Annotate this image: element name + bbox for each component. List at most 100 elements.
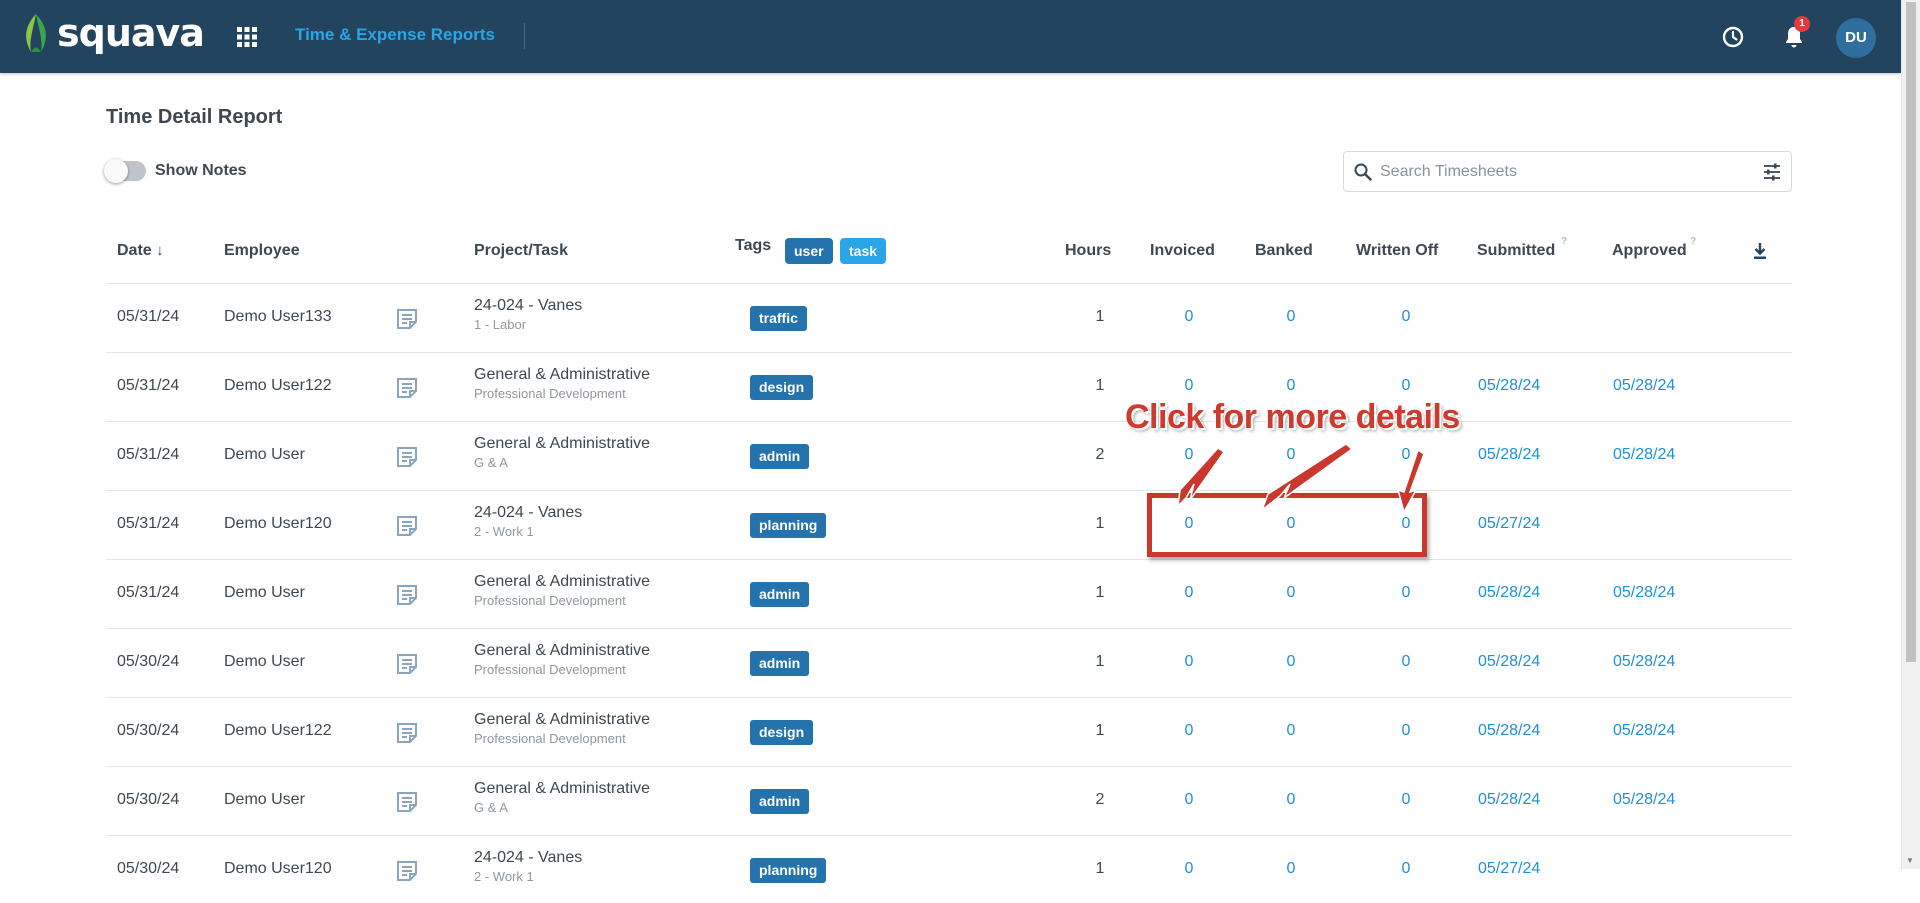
employee-cell: Demo User [224, 653, 305, 670]
scrollbar-thumb[interactable] [1906, 2, 1916, 662]
clock-icon[interactable] [1720, 24, 1746, 50]
column-header-approved[interactable]: Approved [1612, 242, 1687, 260]
timesheet-note-icon[interactable] [396, 722, 418, 744]
tag-filter-task[interactable]: task [840, 238, 887, 264]
submitted-date-link[interactable]: 05/27/24 [1478, 515, 1540, 533]
invoiced-link[interactable]: 0 [1177, 377, 1201, 395]
submitted-date-link[interactable]: 05/28/24 [1478, 584, 1540, 602]
written-off-link[interactable]: 0 [1394, 860, 1418, 878]
page-title: Time Detail Report [106, 106, 283, 128]
task-name: Professional Development [474, 731, 626, 746]
employee-cell: Demo User122 [224, 377, 332, 394]
approved-date-link[interactable]: 05/28/24 [1613, 653, 1675, 671]
squava-logo[interactable]: squava [21, 11, 205, 55]
column-header-submitted[interactable]: Submitted [1477, 242, 1555, 260]
column-header-project-task[interactable]: Project/Task [474, 242, 568, 260]
invoiced-link[interactable]: 0 [1177, 308, 1201, 326]
project-task-cell: General & Administrative Professional Dev… [474, 711, 650, 746]
show-notes-toggle[interactable] [104, 159, 146, 183]
submitted-date-link[interactable]: 05/28/24 [1478, 653, 1540, 671]
project-name: 24-024 - Vanes [474, 297, 583, 314]
approved-date-link[interactable]: 05/28/24 [1613, 722, 1675, 740]
approved-date-link[interactable]: 05/28/24 [1613, 377, 1675, 395]
row-tag-badge: admin [750, 444, 810, 469]
invoiced-link[interactable]: 0 [1177, 584, 1201, 602]
table-row: 05/30/24 Demo User120 1 0 0 0 05/27/24 24-024 -… [106, 835, 1792, 903]
approved-help-icon[interactable]: ? [1690, 236, 1696, 247]
invoiced-link[interactable]: 0 [1177, 722, 1201, 740]
timesheet-note-icon[interactable] [396, 860, 418, 882]
project-task-cell: General & Administrative G & A [474, 435, 650, 470]
written-off-link[interactable]: 0 [1394, 653, 1418, 671]
app-title-link[interactable]: Time & Expense Reports [295, 25, 495, 45]
submitted-date-link[interactable]: 05/28/24 [1478, 722, 1540, 740]
approved-date-link[interactable]: 05/28/24 [1613, 791, 1675, 809]
row-tag-badge: admin [750, 651, 810, 676]
page-scrollbar[interactable]: ▼ [1901, 0, 1920, 869]
row-tag-badge: admin [750, 582, 810, 607]
row-tag-badge: planning [750, 513, 827, 538]
hours-cell: 1 [1095, 653, 1105, 670]
user-avatar[interactable]: DU [1836, 18, 1876, 58]
invoiced-link[interactable]: 0 [1177, 860, 1201, 878]
date-cell: 05/31/24 [117, 308, 180, 325]
timesheet-note-icon[interactable] [396, 515, 418, 537]
approved-date-link[interactable]: 05/28/24 [1613, 584, 1675, 602]
invoiced-link[interactable]: 0 [1177, 653, 1201, 671]
task-name: Professional Development [474, 386, 626, 401]
timesheet-note-icon[interactable] [396, 584, 418, 606]
column-header-hours[interactable]: Hours [1065, 242, 1111, 260]
row-tag-badge: planning [750, 858, 827, 883]
search-timesheets-input[interactable] [1380, 152, 1740, 191]
submitted-help-icon[interactable]: ? [1561, 236, 1567, 247]
submitted-date-link[interactable]: 05/28/24 [1478, 446, 1540, 464]
banked-link[interactable]: 0 [1279, 308, 1303, 326]
banked-link[interactable]: 0 [1279, 860, 1303, 878]
column-header-employee[interactable]: Employee [224, 242, 300, 260]
notification-count-badge: 1 [1794, 16, 1810, 32]
invoiced-link[interactable]: 0 [1177, 791, 1201, 809]
timesheet-note-icon[interactable] [396, 308, 418, 330]
written-off-link[interactable]: 0 [1394, 377, 1418, 395]
banked-link[interactable]: 0 [1279, 377, 1303, 395]
tag-filter-user[interactable]: user [785, 238, 833, 264]
project-task-cell: 24-024 - Vanes 1 - Labor [474, 297, 582, 332]
written-off-link[interactable]: 0 [1394, 791, 1418, 809]
hours-cell: 2 [1095, 791, 1105, 808]
banked-link[interactable]: 0 [1279, 584, 1303, 602]
banked-link[interactable]: 0 [1279, 722, 1303, 740]
date-cell: 05/30/24 [117, 791, 180, 808]
column-header-invoiced[interactable]: Invoiced [1150, 242, 1215, 260]
toggle-knob [104, 159, 128, 183]
written-off-link[interactable]: 0 [1394, 308, 1418, 326]
task-name: 2 - Work 1 [474, 524, 534, 539]
written-off-link[interactable]: 0 [1394, 722, 1418, 740]
scroll-down-arrow-icon[interactable]: ▼ [1906, 856, 1914, 865]
timesheet-note-icon[interactable] [396, 653, 418, 675]
column-header-date[interactable]: Date ↓ [117, 242, 164, 260]
written-off-link[interactable]: 0 [1394, 584, 1418, 602]
task-name: G & A [474, 800, 508, 815]
timesheet-note-icon[interactable] [396, 446, 418, 468]
top-navigation-bar: squava Time & Expense Reports 1 DU [0, 0, 1901, 73]
submitted-date-link[interactable]: 05/28/24 [1478, 791, 1540, 809]
timesheet-note-icon[interactable] [396, 377, 418, 399]
row-tag-badge: design [750, 375, 814, 400]
filter-sliders-icon[interactable] [1762, 162, 1782, 182]
column-header-date-label: Date [117, 242, 152, 259]
submitted-date-link[interactable]: 05/28/24 [1478, 377, 1540, 395]
employee-cell: Demo User133 [224, 308, 332, 325]
row-tag-badge: traffic [750, 306, 807, 331]
column-header-written-off[interactable]: Written Off [1356, 242, 1438, 260]
submitted-date-link[interactable]: 05/27/24 [1478, 860, 1540, 878]
project-name: General & Administrative [474, 711, 651, 728]
timesheet-note-icon[interactable] [396, 791, 418, 813]
column-header-banked[interactable]: Banked [1255, 242, 1313, 260]
approved-date-link[interactable]: 05/28/24 [1613, 446, 1675, 464]
download-icon[interactable] [1752, 242, 1768, 260]
banked-link[interactable]: 0 [1279, 791, 1303, 809]
banked-link[interactable]: 0 [1279, 653, 1303, 671]
row-tag-badge: design [750, 720, 814, 745]
table-row: 05/30/24 Demo User 2 0 0 0 05/28/24 05/28/24 Gen… [106, 766, 1792, 834]
apps-grid-icon[interactable] [236, 26, 258, 48]
